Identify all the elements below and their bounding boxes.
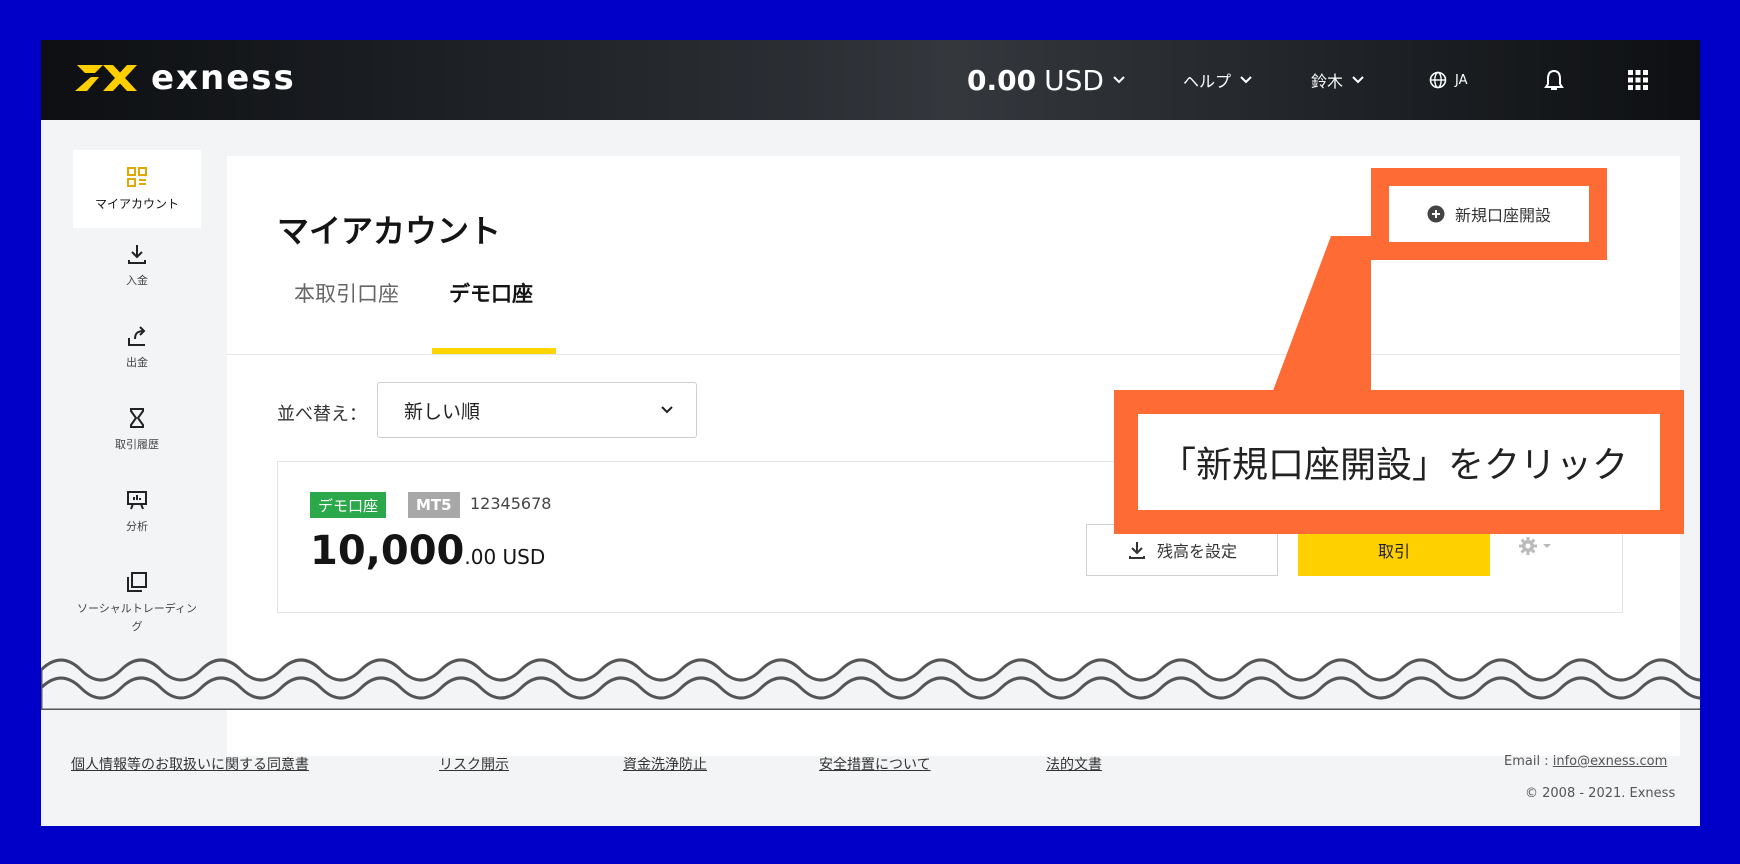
- sidebar-item-label: 取引履歴: [115, 438, 159, 451]
- exness-logo-mark-icon: [75, 65, 137, 91]
- sidebar-nav: マイアカウント 入金 出金 取引履歴 分析 ソーシャルトレーディング: [41, 120, 231, 826]
- language-menu[interactable]: JA: [1429, 40, 1468, 120]
- upload-icon: [128, 326, 146, 346]
- app-grid-icon: [1628, 70, 1648, 90]
- footer-email: Email : info@exness.com: [1504, 754, 1667, 769]
- tab-divider: [227, 354, 1680, 355]
- callout-pointer: [1271, 236, 1371, 396]
- sort-label: 並べ替え：: [277, 404, 367, 425]
- language-code: JA: [1455, 72, 1468, 88]
- balance-amount: 0.00: [967, 63, 1037, 97]
- sidebar-item-history[interactable]: 取引履歴: [73, 406, 201, 454]
- caret-down-icon: [1543, 544, 1551, 548]
- gear-icon: [1519, 537, 1537, 555]
- set-balance-label: 残高を設定: [1156, 542, 1237, 561]
- platform-badge: MT5: [408, 492, 460, 518]
- tab-demo-accounts[interactable]: デモ口座: [449, 278, 533, 308]
- download-icon: [128, 245, 146, 264]
- copy-icon: [127, 572, 147, 592]
- app-frame: exness 0.00 USD ヘルプ 鈴木 JA マイアカウント 入金 出金 …: [41, 40, 1700, 826]
- footer-link-aml[interactable]: 資金洗浄防止: [623, 754, 707, 774]
- user-name: 鈴木: [1311, 72, 1344, 91]
- footer-link-privacy[interactable]: 個人情報等のお取扱いに関する同意書: [71, 754, 309, 774]
- account-number: 12345678: [470, 494, 552, 513]
- sidebar-item-label: 分析: [126, 520, 148, 533]
- sidebar-item-my-account[interactable]: マイアカウント: [73, 150, 201, 228]
- balance-decimal-currency: .00 USD: [464, 545, 546, 569]
- sidebar-item-social-trading[interactable]: ソーシャルトレーディング: [73, 570, 201, 636]
- new-account-button[interactable]: 新規口座開設: [1389, 186, 1589, 242]
- sidebar-item-label: 入金: [126, 274, 148, 287]
- balance-dropdown[interactable]: 0.00 USD: [967, 40, 1126, 120]
- account-type-badge: デモ口座: [310, 492, 387, 518]
- account-settings-menu[interactable]: [1518, 536, 1552, 556]
- sidebar-item-analysis[interactable]: 分析: [73, 488, 201, 536]
- bell-icon: [1544, 69, 1564, 90]
- instruction-callout: 「新規口座開設」をクリック: [1114, 390, 1684, 534]
- footer-link-risk-disclosure[interactable]: リスク開示: [439, 754, 509, 774]
- sidebar-item-label: マイアカウント: [94, 197, 179, 211]
- chevron-down-icon: [1352, 76, 1364, 84]
- apps-menu-button[interactable]: [1627, 40, 1649, 120]
- chevron-down-icon: [661, 406, 673, 414]
- footer-link-legal[interactable]: 法的文書: [1046, 754, 1102, 774]
- user-menu[interactable]: 鈴木: [1311, 40, 1365, 120]
- balance-currency: USD: [1044, 63, 1104, 97]
- balance-integer: 10,000: [310, 528, 465, 574]
- email-link[interactable]: info@exness.com: [1553, 754, 1668, 769]
- sidebar-item-withdraw[interactable]: 出金: [73, 324, 201, 372]
- globe-icon: [1429, 71, 1447, 89]
- sort-select[interactable]: 新しい順: [377, 382, 697, 438]
- presentation-icon: [127, 491, 147, 510]
- torn-edge-divider: [41, 658, 1700, 710]
- help-label: ヘルプ: [1183, 72, 1232, 91]
- callout-text: 「新規口座開設」をクリック: [1138, 414, 1660, 510]
- footer-link-safety[interactable]: 安全措置について: [819, 754, 931, 774]
- notifications-button[interactable]: [1543, 40, 1565, 120]
- sort-value: 新しい順: [404, 400, 481, 423]
- brand-name: exness: [151, 58, 296, 98]
- grid-apps-icon: [127, 167, 147, 187]
- sidebar-item-deposit[interactable]: 入金: [73, 242, 201, 290]
- email-label: Email :: [1504, 754, 1549, 769]
- chevron-down-icon: [1113, 76, 1125, 84]
- sidebar-item-label: 出金: [126, 356, 148, 369]
- account-balance: 10,000.00 USD: [310, 528, 545, 574]
- page-title: マイアカウント: [277, 212, 502, 250]
- plus-circle-icon: [1427, 205, 1445, 223]
- download-icon: [1128, 542, 1145, 559]
- help-menu[interactable]: ヘルプ: [1183, 40, 1253, 120]
- new-account-label: 新規口座開設: [1454, 206, 1551, 225]
- tab-real-accounts[interactable]: 本取引口座: [294, 278, 399, 308]
- hourglass-icon: [130, 408, 144, 428]
- chevron-down-icon: [1240, 76, 1252, 84]
- top-header: exness 0.00 USD ヘルプ 鈴木 JA: [41, 40, 1700, 120]
- exness-logo[interactable]: exness: [73, 58, 296, 98]
- footer-copyright: © 2008 - 2021. Exness: [1525, 786, 1676, 801]
